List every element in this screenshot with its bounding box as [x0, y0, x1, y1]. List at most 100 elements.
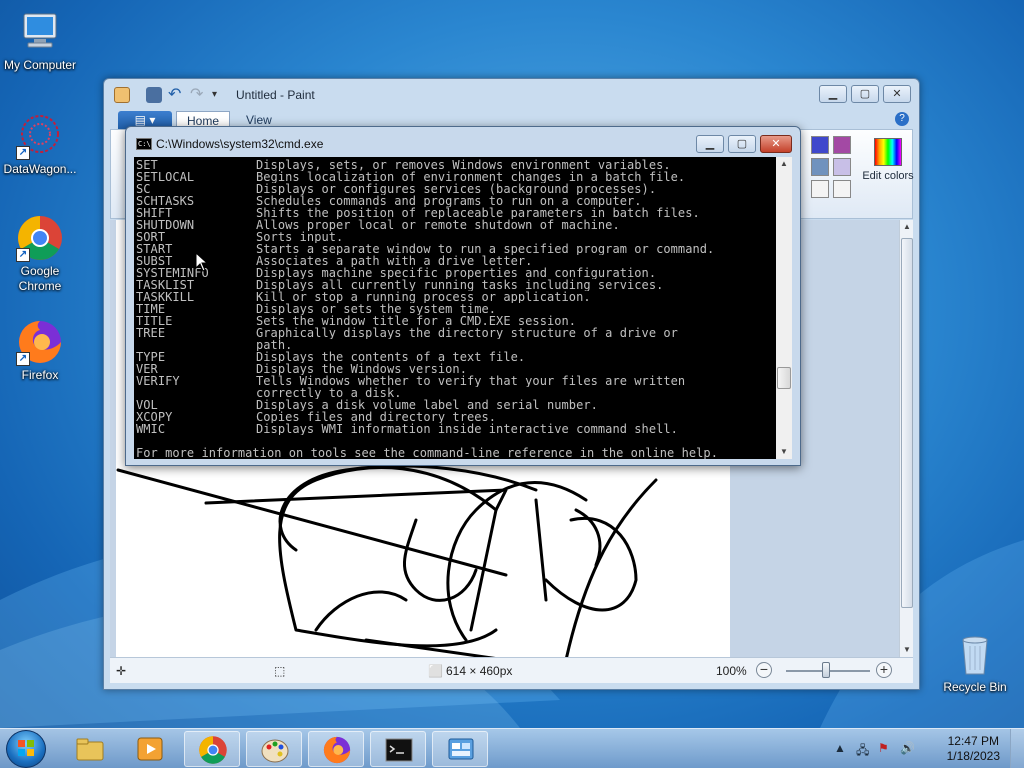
- console-command-name: SET: [136, 159, 158, 171]
- console-command-name: TYPE: [136, 351, 166, 363]
- cmd-window[interactable]: C:\ C:\Windows\system32\cmd.exe ▁ ▢ ✕ SE…: [125, 126, 801, 466]
- redo-icon[interactable]: ↷: [190, 87, 206, 103]
- taskbar: ▲ 🖧 ⚑ 🔊 12:47 PM 1/18/2023: [0, 728, 1024, 768]
- console-command-description: Displays WMI information inside interact…: [256, 423, 678, 435]
- taskbar-explorer[interactable]: [62, 731, 118, 767]
- cmd-maximize-button[interactable]: ▢: [728, 135, 756, 153]
- console-command-description: Displays a disk volume label and serial …: [256, 399, 598, 411]
- scroll-thumb[interactable]: [777, 367, 791, 389]
- desktop-icon-google-chrome[interactable]: ↗ Google Chrome: [0, 214, 80, 294]
- undo-icon[interactable]: ↶: [168, 87, 184, 103]
- desktop-icon-label: DataWagon...: [3, 162, 77, 176]
- volume-icon[interactable]: 🔊: [900, 741, 915, 755]
- help-icon[interactable]: ?: [895, 112, 909, 126]
- scroll-down-arrow-icon[interactable]: ▼: [776, 445, 792, 459]
- save-icon[interactable]: [146, 87, 162, 103]
- console-command-name: TITLE: [136, 315, 173, 327]
- windows-logo-icon: [18, 740, 34, 756]
- color-swatch[interactable]: [833, 158, 851, 176]
- action-center-icon[interactable]: ⚑: [878, 741, 889, 755]
- paint-status-bar: ✛ ⬚ ⬜ 614 × 460px 100% − +: [110, 657, 913, 683]
- desktop-icon-recycle-bin[interactable]: Recycle Bin: [935, 630, 1015, 695]
- console-command-description: Graphically displays the directory struc…: [256, 327, 678, 339]
- console-line: correctly to a disk.: [136, 387, 776, 399]
- console-command-name: SCHTASKS: [136, 195, 195, 207]
- console-line: SC Displays or configures services (backg…: [136, 183, 776, 195]
- color-swatch[interactable]: [811, 136, 829, 154]
- cmd-close-button[interactable]: ✕: [760, 135, 792, 153]
- console-command-description: Associates a path with a drive letter.: [256, 255, 533, 267]
- console-line: SUBST Associates a path with a drive lett…: [136, 255, 776, 267]
- taskbar-control-panel[interactable]: [432, 731, 488, 767]
- console-line: TYPE Displays the contents of a text file…: [136, 351, 776, 363]
- console-scrollbar[interactable]: ▲ ▼: [776, 157, 792, 459]
- console-line: TREE Graphically displays the directory s…: [136, 327, 776, 339]
- start-button[interactable]: [6, 730, 46, 768]
- console-line: TIME Displays or sets the system time.: [136, 303, 776, 315]
- desktop-icon-my-computer[interactable]: My Computer: [0, 8, 80, 73]
- console-line: SCHTASKS Schedules commands and programs …: [136, 195, 776, 207]
- console-line: WMIC Displays WMI information inside inte…: [136, 423, 776, 435]
- console-command-description: Sorts input.: [256, 231, 344, 243]
- console-command-description: Displays, sets, or removes Windows envir…: [256, 159, 671, 171]
- cmd-minimize-button[interactable]: ▁: [696, 135, 724, 153]
- recycle-bin-icon: [951, 630, 999, 678]
- cmd-app-icon[interactable]: C:\: [136, 138, 152, 150]
- console-line: XCOPY Copies files and directory trees.: [136, 411, 776, 423]
- desktop-icon-label: Google Chrome: [18, 264, 62, 293]
- scroll-down-arrow-icon[interactable]: ▼: [900, 643, 914, 657]
- zoom-level-text: 100%: [716, 664, 747, 678]
- scroll-up-arrow-icon[interactable]: ▲: [900, 220, 914, 234]
- zoom-slider-thumb[interactable]: [822, 662, 830, 678]
- console-footer-text: For more information on tools see the co…: [136, 446, 718, 459]
- console-command-description: Shifts the position of replaceable param…: [256, 207, 700, 219]
- console-command-name: SORT: [136, 231, 166, 243]
- zoom-out-button[interactable]: −: [756, 662, 772, 678]
- taskbar-media-player[interactable]: [122, 731, 178, 767]
- console-command-description: Allows proper local or remote shutdown o…: [256, 219, 620, 231]
- console-line: VER Displays the Windows version.: [136, 363, 776, 375]
- canvas-size-icon: ⬜: [428, 664, 443, 678]
- paint-maximize-button[interactable]: ▢: [851, 85, 879, 103]
- chrome-icon: [199, 736, 227, 764]
- console-command-description: Copies files and directory trees.: [256, 411, 497, 423]
- color-swatch[interactable]: [833, 136, 851, 154]
- taskbar-paint[interactable]: [246, 731, 302, 767]
- paint-minimize-button[interactable]: ▁: [819, 85, 847, 103]
- canvas-vertical-scrollbar[interactable]: ▲ ▼: [899, 220, 913, 657]
- show-hidden-icons-icon[interactable]: ▲: [834, 741, 846, 755]
- color-swatch[interactable]: [811, 158, 829, 176]
- console-output[interactable]: SET Displays, sets, or removes Windows en…: [134, 157, 776, 459]
- console-line: TASKKILL Kill or stop a running process o…: [136, 291, 776, 303]
- taskbar-firefox[interactable]: [308, 731, 364, 767]
- console-line: SORT Sorts input.: [136, 231, 776, 243]
- taskbar-cmd[interactable]: [370, 731, 426, 767]
- console-line: SET Displays, sets, or removes Windows en…: [136, 159, 776, 171]
- scroll-thumb[interactable]: [901, 238, 913, 608]
- edit-colors-button[interactable]: Edit colors: [861, 136, 915, 183]
- network-icon[interactable]: 🖧: [856, 741, 869, 762]
- scroll-up-arrow-icon[interactable]: ▲: [776, 157, 792, 171]
- customize-quick-access-icon[interactable]: ▾: [212, 87, 228, 103]
- taskbar-chrome[interactable]: [184, 731, 240, 767]
- paint-app-icon[interactable]: [114, 87, 130, 103]
- console-line: START Starts a separate window to run a s…: [136, 243, 776, 255]
- cmd-window-title: C:\Windows\system32\cmd.exe: [156, 137, 324, 151]
- zoom-in-button[interactable]: +: [876, 662, 892, 678]
- console-line: path.: [136, 339, 776, 351]
- color-swatch[interactable]: [833, 180, 851, 198]
- desktop-icon-datawagon[interactable]: ↗ DataWagon...: [0, 112, 80, 177]
- show-desktop-button[interactable]: [1010, 729, 1024, 768]
- cmd-title-bar[interactable]: C:\ C:\Windows\system32\cmd.exe ▁ ▢ ✕: [126, 127, 800, 155]
- paint-close-button[interactable]: ✕: [883, 85, 911, 103]
- color-swatch[interactable]: [811, 180, 829, 198]
- control-panel-icon: [448, 738, 474, 760]
- system-tray: ▲ 🖧 ⚑ 🔊 12:47 PM 1/18/2023: [834, 729, 1024, 768]
- color-palette-icon: [874, 138, 902, 166]
- paint-title-bar[interactable]: ↶ ↷ ▾ Untitled - Paint ▁ ▢ ✕: [104, 79, 919, 111]
- paint-palette-icon: [261, 739, 289, 763]
- desktop-icon-firefox[interactable]: ↗ Firefox: [0, 318, 80, 383]
- clock[interactable]: 12:47 PM 1/18/2023: [947, 734, 1000, 764]
- edit-colors-label: Edit colors: [862, 170, 914, 182]
- console-command-description: Displays the contents of a text file.: [256, 351, 526, 363]
